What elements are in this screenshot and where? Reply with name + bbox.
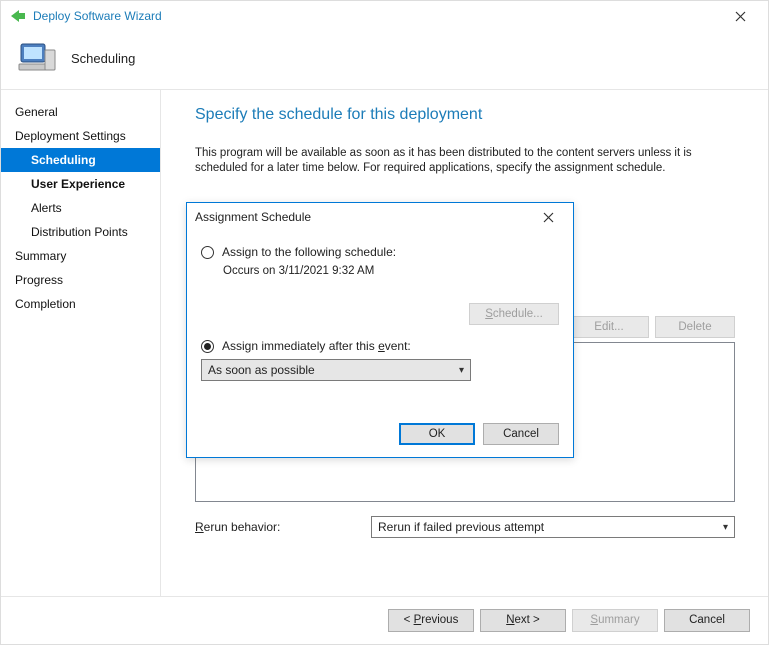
schedule-occurrence-text: Occurs on 3/11/2021 9:32 AM [223, 265, 559, 277]
dialog-title: Assignment Schedule [195, 210, 311, 224]
dialog-ok-button[interactable]: OK [399, 423, 475, 445]
sidebar-item-completion[interactable]: Completion [1, 292, 160, 316]
rerun-label: Rerun behavior: [195, 520, 371, 534]
dialog-close-button[interactable] [531, 205, 565, 229]
wizard-window: Deploy Software Wizard Scheduling Genera… [0, 0, 769, 645]
dialog-cancel-button[interactable]: Cancel [483, 423, 559, 445]
close-button[interactable] [720, 1, 760, 31]
wizard-footer: < Previous Next > Summary Cancel [1, 596, 768, 644]
previous-button[interactable]: < Previous [388, 609, 474, 632]
sidebar-item-distribution-points[interactable]: Distribution Points [1, 220, 160, 244]
rerun-select[interactable]: Rerun if failed previous attempt ▾ [371, 516, 735, 538]
next-button[interactable]: Next > [480, 609, 566, 632]
sidebar-item-alerts[interactable]: Alerts [1, 196, 160, 220]
summary-button: Summary [572, 609, 658, 632]
radio-schedule[interactable] [201, 246, 214, 259]
close-icon [735, 11, 746, 22]
sidebar-item-general[interactable]: General [1, 100, 160, 124]
event-combo[interactable]: As soon as possible ▾ [201, 359, 471, 381]
sidebar-item-user-experience[interactable]: User Experience [1, 172, 160, 196]
sidebar-item-summary[interactable]: Summary [1, 244, 160, 268]
wizard-arrow-icon [9, 7, 27, 25]
sidebar-item-progress[interactable]: Progress [1, 268, 160, 292]
assignment-schedule-dialog: Assignment Schedule Assign to the follow… [186, 202, 574, 458]
wizard-sidebar: General Deployment Settings Scheduling U… [1, 90, 161, 596]
chevron-down-icon: ▾ [459, 365, 464, 376]
radio-row-event[interactable]: Assign immediately after this event: [201, 339, 559, 353]
rerun-select-value: Rerun if failed previous attempt [378, 520, 544, 534]
computer-icon [15, 36, 59, 80]
event-combo-value: As soon as possible [208, 363, 315, 377]
radio-event[interactable] [201, 340, 214, 353]
edit-button: Edit... [569, 316, 649, 338]
wizard-header: Scheduling [1, 31, 768, 89]
header-page-name: Scheduling [71, 51, 135, 66]
close-icon [543, 212, 554, 223]
schedule-button: Schedule... [469, 303, 559, 325]
sidebar-item-deployment-settings[interactable]: Deployment Settings [1, 124, 160, 148]
radio-row-schedule[interactable]: Assign to the following schedule: [201, 245, 559, 259]
radio-schedule-label: Assign to the following schedule: [222, 245, 396, 259]
delete-button: Delete [655, 316, 735, 338]
window-title: Deploy Software Wizard [33, 9, 162, 23]
dialog-body: Assign to the following schedule: Occurs… [187, 231, 573, 457]
radio-event-label: Assign immediately after this event: [222, 339, 411, 353]
dialog-footer: OK Cancel [201, 423, 559, 445]
titlebar: Deploy Software Wizard [1, 1, 768, 31]
cancel-button[interactable]: Cancel [664, 609, 750, 632]
sidebar-item-scheduling[interactable]: Scheduling [1, 148, 160, 172]
dialog-titlebar: Assignment Schedule [187, 203, 573, 231]
rerun-row: Rerun behavior: Rerun if failed previous… [195, 516, 735, 538]
page-title: Specify the schedule for this deployment [195, 106, 746, 124]
intro-text: This program will be available as soon a… [195, 146, 735, 176]
chevron-down-icon: ▾ [723, 522, 728, 533]
